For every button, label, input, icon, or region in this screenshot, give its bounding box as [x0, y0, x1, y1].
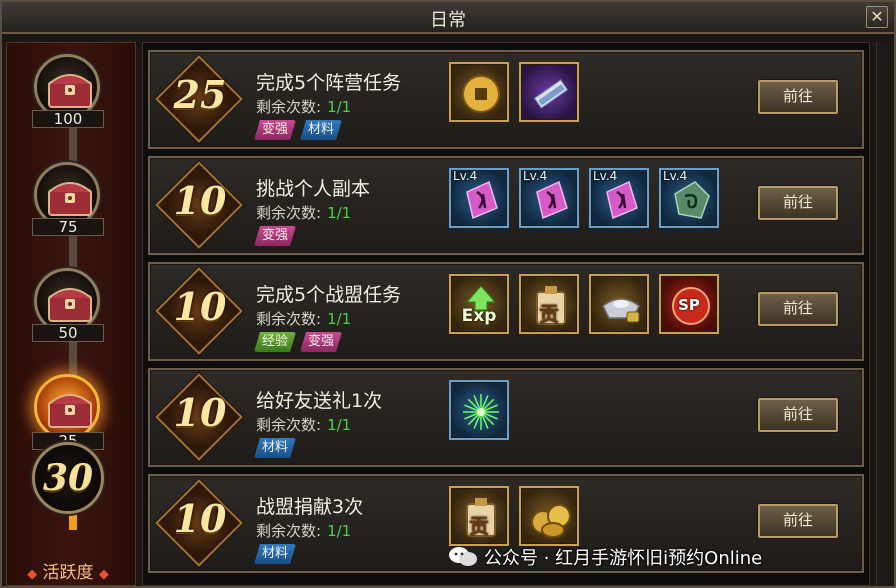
task-row: 10 给好友送礼1次剩余次数: 1/1 材料 前往 — [148, 368, 864, 467]
task-points: 25 — [173, 72, 227, 117]
reward-item[interactable]: 贡 — [449, 486, 509, 546]
task-name: 挑战个人副本 — [256, 178, 371, 200]
reward-item[interactable]: Lv.4 — [589, 168, 649, 228]
reward-item[interactable] — [589, 274, 649, 334]
treasure-chest-icon — [48, 394, 92, 428]
reward-items — [449, 62, 579, 122]
item-level: Lv.4 — [453, 169, 478, 183]
reward-items: Exp 贡 SP — [449, 274, 719, 334]
go-button[interactable]: 前往 — [758, 398, 838, 432]
task-name: 完成5个战盟任务 — [256, 284, 402, 306]
close-button[interactable]: ✕ — [866, 6, 888, 28]
remaining-count: 1/1 — [327, 310, 352, 328]
treasure-chest-icon — [48, 74, 92, 108]
task-tags: 经验 变强 — [254, 332, 342, 352]
remaining-label: 剩余次数: — [256, 310, 322, 328]
reward-items: 贡 — [449, 486, 579, 546]
watermark: 公众号 · 红月手游怀旧i预约Online — [448, 544, 762, 570]
reward-item[interactable]: Lv.4 — [659, 168, 719, 228]
reward-item[interactable] — [519, 486, 579, 546]
task-tag: 变强 — [254, 120, 296, 140]
task-tag: 材料 — [254, 544, 296, 564]
remaining-count: 1/1 — [327, 204, 352, 222]
task-remaining: 剩余次数: 1/1 — [256, 414, 351, 435]
task-name: 战盟捐献3次 — [256, 496, 364, 518]
reward-items: Lv.4 Lv.4 Lv.4 Lv.4 — [449, 168, 719, 228]
task-tags: 材料 — [254, 438, 296, 458]
task-remaining: 剩余次数: 1/1 — [256, 96, 351, 117]
remaining-label: 剩余次数: — [256, 204, 322, 222]
item-level: Lv.4 — [523, 169, 548, 183]
task-points: 10 — [173, 178, 227, 223]
remaining-count: 1/1 — [327, 416, 352, 434]
task-name: 给好友送礼1次 — [256, 390, 383, 412]
reward-item[interactable] — [449, 380, 509, 440]
diamond-bullet-icon: ◆ — [98, 567, 109, 582]
task-remaining: 剩余次数: 1/1 — [256, 308, 351, 329]
task-row: 10 完成5个战盟任务剩余次数: 1/1 经验 变强 Exp 贡 SP 前往 — [148, 262, 864, 361]
remaining-label: 剩余次数: — [256, 98, 322, 116]
window-title: 日常 — [430, 10, 466, 31]
daily-window: 日常 ✕ 100 75 50 25 30 ◆ 活跃度 ◆ 25 完成5个阵营任务剩余次数… — [0, 0, 896, 588]
diamond-bullet-icon: ◆ — [27, 567, 38, 582]
reward-item[interactable]: Lv.4 — [519, 168, 579, 228]
reward-item[interactable]: 贡 — [519, 274, 579, 334]
task-tag: 变强 — [300, 332, 342, 352]
task-row: 25 完成5个阵营任务剩余次数: 1/1 变强 材料 前往 — [148, 50, 864, 149]
go-button[interactable]: 前往 — [758, 292, 838, 326]
task-points: 10 — [173, 390, 227, 435]
milestone-threshold: 75 — [32, 218, 104, 236]
reward-item[interactable]: Exp — [449, 274, 509, 334]
activity-label-text: 活跃度 — [42, 563, 94, 583]
title-bar: 日常 ✕ — [2, 2, 894, 34]
watermark-text: 公众号 · 红月手游怀旧i预约Online — [484, 548, 763, 569]
item-glyph: 贡 — [469, 514, 489, 538]
task-tags: 变强 材料 — [254, 120, 342, 140]
reward-chest-3[interactable] — [34, 374, 100, 440]
reward-item[interactable]: SP — [659, 274, 719, 334]
go-button[interactable]: 前往 — [758, 504, 838, 538]
task-tags: 材料 — [254, 544, 296, 564]
treasure-chest-icon — [48, 288, 92, 322]
activity-label: ◆ 活跃度 ◆ — [16, 558, 120, 583]
go-button[interactable]: 前往 — [758, 186, 838, 220]
task-list-scrollbar[interactable] — [876, 42, 888, 586]
reward-item[interactable]: Lv.4 — [449, 168, 509, 228]
milestone-threshold: 100 — [32, 110, 104, 128]
go-button[interactable]: 前往 — [758, 80, 838, 114]
activity-score-medal: 30 — [32, 442, 104, 514]
remaining-label: 剩余次数: — [256, 522, 322, 540]
item-level: Lv.4 — [593, 169, 618, 183]
reward-items — [449, 380, 509, 440]
reward-item[interactable] — [449, 62, 509, 122]
item-glyph: 贡 — [539, 302, 559, 326]
item-glyph: Exp — [461, 306, 497, 326]
task-row: 10 挑战个人副本剩余次数: 1/1 变强 Lv.4 Lv.4 Lv.4 Lv.4 前往 — [148, 156, 864, 255]
task-name: 完成5个阵营任务 — [256, 72, 402, 94]
task-points: 10 — [173, 496, 227, 541]
task-remaining: 剩余次数: 1/1 — [256, 520, 351, 541]
task-points: 10 — [173, 284, 227, 329]
item-level: Lv.4 — [663, 169, 688, 183]
treasure-chest-icon — [48, 182, 92, 216]
wechat-icon — [448, 546, 478, 568]
remaining-label: 剩余次数: — [256, 416, 322, 434]
remaining-count: 1/1 — [327, 98, 352, 116]
task-tag: 材料 — [300, 120, 342, 140]
task-remaining: 剩余次数: 1/1 — [256, 202, 351, 223]
milestone-threshold: 50 — [32, 324, 104, 342]
task-tag: 变强 — [254, 226, 296, 246]
activity-score: 30 — [42, 457, 94, 499]
task-tag: 经验 — [254, 332, 296, 352]
remaining-count: 1/1 — [327, 522, 352, 540]
reward-item[interactable] — [519, 62, 579, 122]
task-tags: 变强 — [254, 226, 296, 246]
item-glyph: SP — [678, 296, 700, 314]
task-tag: 材料 — [254, 438, 296, 458]
